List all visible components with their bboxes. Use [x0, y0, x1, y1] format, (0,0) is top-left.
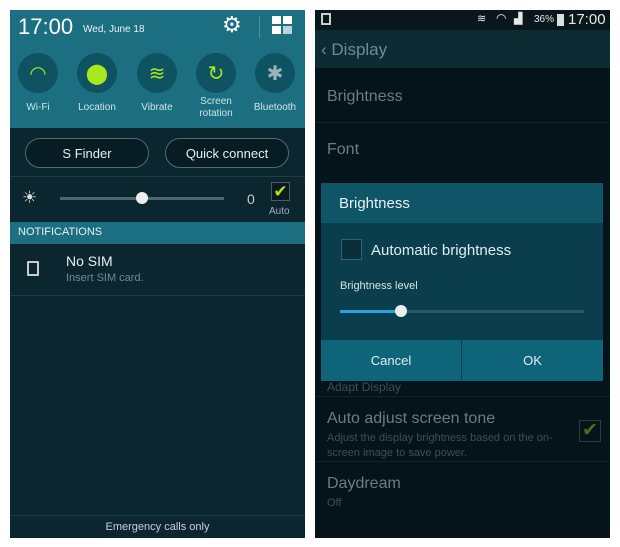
auto-tone-subtitle: Adjust the display brightness based on t… — [327, 432, 553, 459]
cancel-button[interactable]: Cancel — [321, 340, 461, 381]
quick-setting-label: Screen rotation — [199, 96, 233, 119]
settings-gear-icon[interactable]: ⚙ — [222, 12, 242, 38]
notification-item[interactable]: No SIM Insert SIM card. — [10, 244, 305, 296]
status-bar: ≋ ◠ ▟ 36% 17:00 — [315, 10, 610, 30]
notification-title: No SIM — [66, 253, 113, 269]
divider — [10, 176, 305, 177]
quick-connect-button[interactable]: Quick connect — [165, 138, 289, 168]
quick-setting-label: Bluetooth — [253, 102, 297, 113]
notification-text: Insert SIM card. — [66, 272, 144, 284]
edit-tiles-icon[interactable] — [272, 16, 292, 34]
no-sim-icon — [27, 261, 39, 276]
status-time: 17:00 — [568, 11, 606, 28]
quick-setting-label: Vibrate — [141, 102, 173, 113]
adapt-display-setting[interactable]: Adapt Display — [327, 380, 401, 394]
quick-setting-wifi[interactable]: ◠ — [18, 53, 58, 93]
auto-checkbox[interactable]: ✔ — [271, 182, 290, 201]
signal-icon: ▟ — [514, 13, 523, 25]
location-icon: ⬤ — [85, 62, 109, 85]
screen-rotation-icon: ↻ — [207, 62, 225, 85]
dialog-title: Brightness — [321, 183, 603, 223]
quick-setting-vibrate[interactable]: ≋ — [137, 53, 177, 93]
daydream-subtitle: Off — [327, 497, 342, 509]
automatic-brightness-checkbox[interactable] — [341, 239, 362, 260]
quick-setting-screen-rotation[interactable]: ↻ — [196, 53, 236, 93]
brightness-level-slider[interactable] — [340, 305, 584, 317]
divider — [10, 515, 305, 516]
screen-title: Display — [331, 40, 388, 59]
auto-tone-title[interactable]: Auto adjust screen tone — [327, 410, 495, 428]
wifi-icon: ◠ — [29, 62, 47, 85]
display-settings-screen: ≋ ◠ ▟ 36% 17:00 ‹ Display Brightness Fon… — [315, 10, 610, 538]
battery-percent: 36% — [534, 14, 555, 25]
quick-setting-location[interactable]: ⬤ — [77, 53, 117, 93]
quick-settings-header: 17:00 Wed, June 18 ⚙ ◠ Wi-Fi ⬤ Location ≋ Vib… — [10, 10, 305, 128]
s-finder-button[interactable]: S Finder — [25, 138, 149, 168]
brightness-setting[interactable]: Brightness — [327, 88, 403, 106]
brightness-slider[interactable] — [60, 192, 224, 204]
brightness-value: 0 — [247, 191, 255, 207]
auto-label: Auto — [269, 206, 290, 217]
back-icon[interactable]: ‹ — [321, 40, 331, 59]
divider — [259, 16, 260, 38]
action-bar: ‹ Display — [315, 30, 610, 68]
vibrate-icon: ≋ — [477, 13, 487, 25]
automatic-brightness-label: Automatic brightness — [371, 242, 512, 259]
battery-icon — [557, 14, 564, 26]
slider-fill — [340, 310, 401, 313]
clock: 17:00 — [18, 14, 74, 39]
daydream-setting[interactable]: Daydream — [327, 475, 401, 493]
auto-brightness-icon: ☀ — [22, 188, 38, 207]
slider-thumb[interactable] — [395, 305, 407, 317]
quick-setting-label: Location — [78, 102, 116, 113]
brightness-level-label: Brightness level — [340, 280, 418, 292]
quick-setting-bluetooth[interactable]: ✱ — [255, 53, 295, 93]
divider — [315, 122, 610, 123]
bluetooth-icon: ✱ — [266, 62, 284, 85]
ok-button[interactable]: OK — [462, 340, 603, 381]
notifications-header: NOTIFICATIONS — [10, 222, 305, 244]
vibrate-icon: ≋ — [148, 62, 166, 85]
font-setting[interactable]: Font — [327, 141, 359, 159]
divider — [315, 461, 610, 462]
wifi-icon: ◠ — [496, 11, 507, 25]
slider-thumb[interactable] — [136, 192, 148, 204]
date: Wed, June 18 — [83, 24, 145, 35]
auto-tone-checkbox[interactable]: ✔ — [579, 420, 601, 442]
emergency-calls-text: Emergency calls only — [105, 521, 210, 533]
divider — [315, 396, 610, 397]
quick-setting-label: Wi-Fi — [26, 102, 50, 113]
brightness-dialog: Brightness Automatic brightness Brightne… — [321, 183, 603, 381]
notification-panel: 17:00 Wed, June 18 ⚙ ◠ Wi-Fi ⬤ Location ≋ Vib… — [10, 10, 305, 538]
no-sim-icon — [321, 13, 331, 25]
